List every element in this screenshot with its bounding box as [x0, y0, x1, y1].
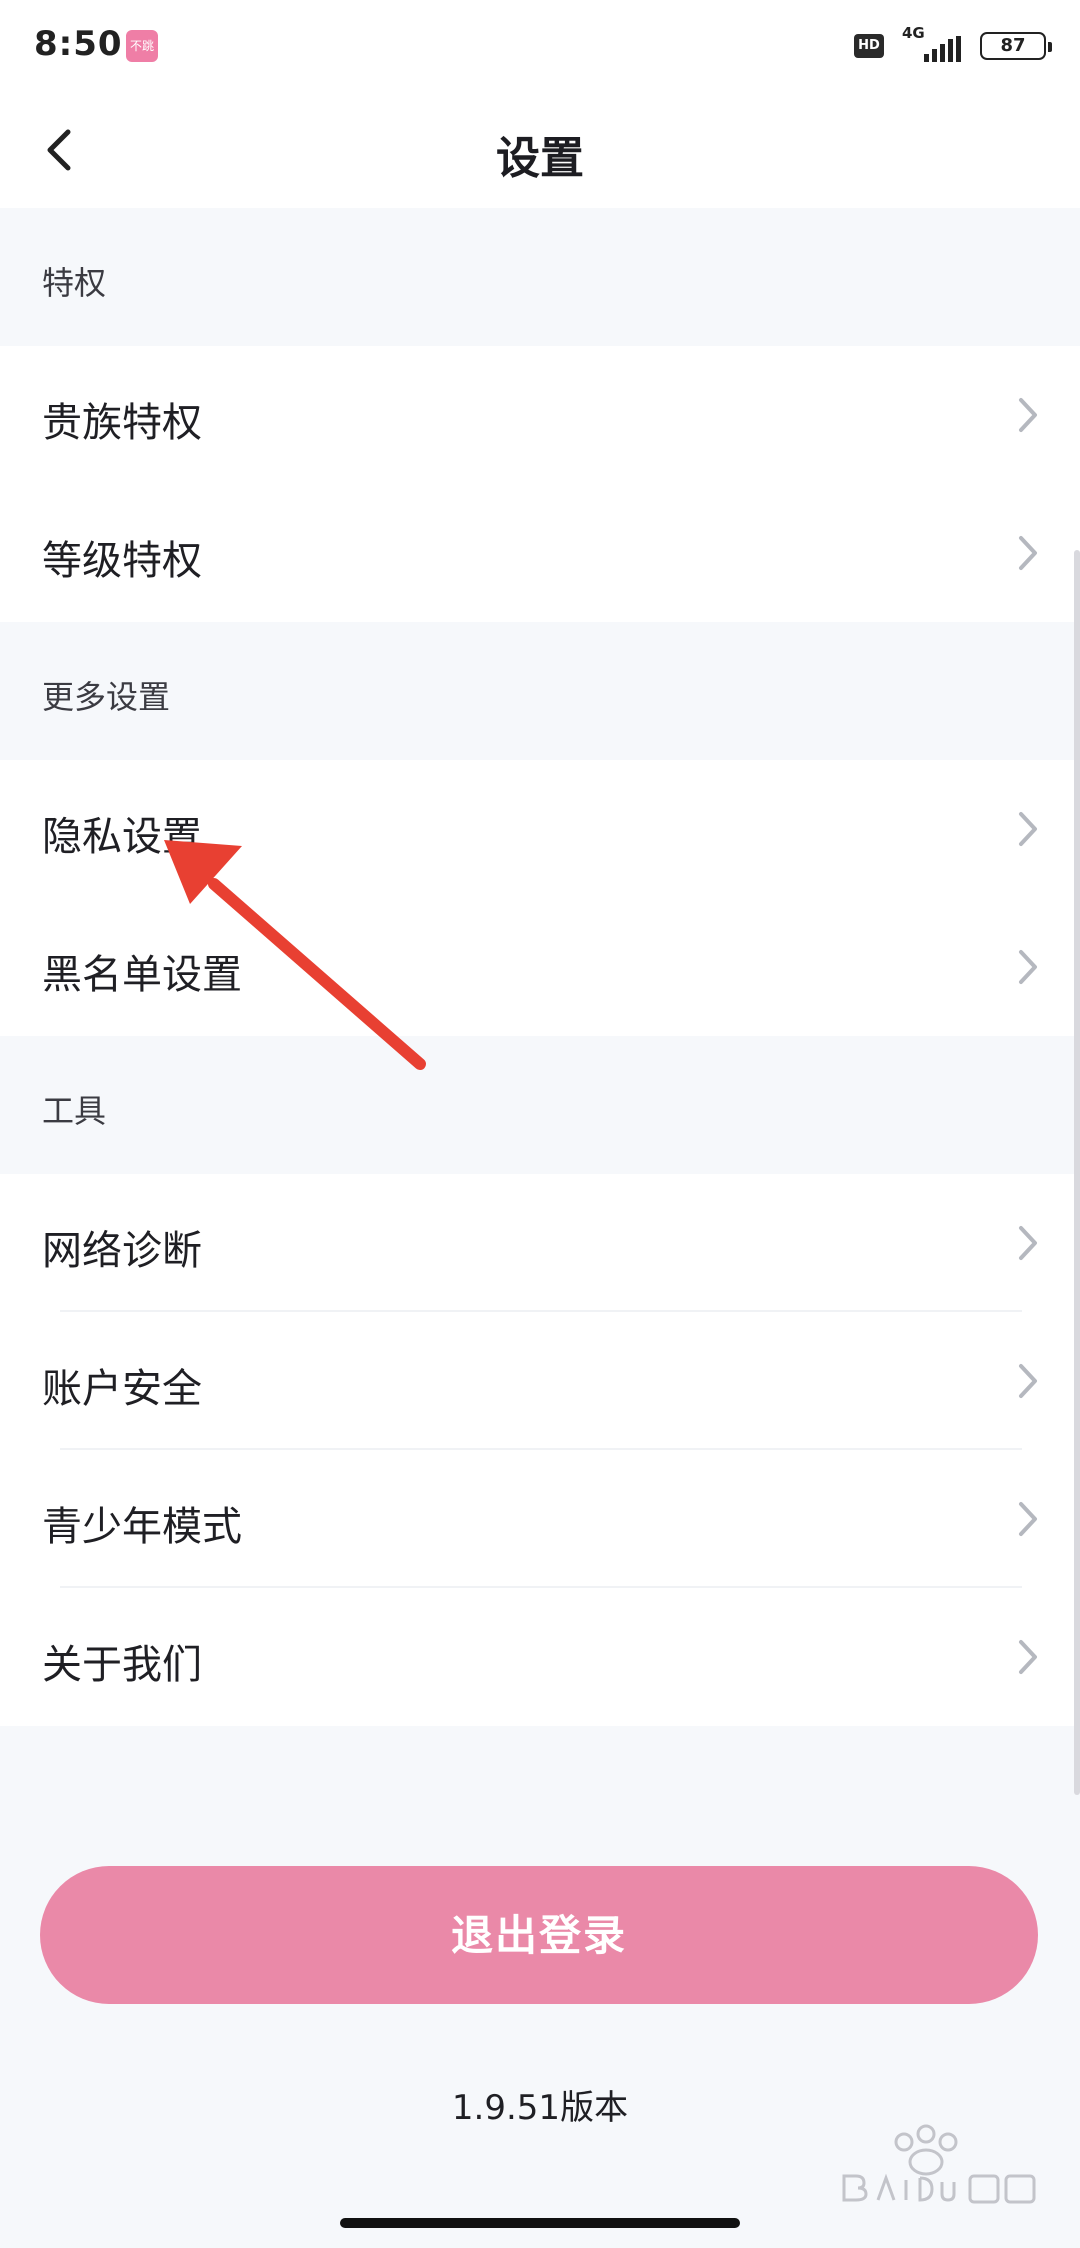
- menu-item-about-us[interactable]: 关于我们: [0, 1588, 1080, 1726]
- menu-item-label: 网络诊断: [42, 1228, 202, 1274]
- menu-item-teen-mode[interactable]: 青少年模式: [0, 1450, 1080, 1588]
- section-title: 工具: [42, 1092, 107, 1130]
- nav-header: 设置: [0, 92, 1080, 208]
- chevron-right-icon: [1019, 950, 1037, 984]
- menu-item-level-privileges[interactable]: 等级特权: [0, 484, 1080, 622]
- chevron-right-icon: [1019, 1640, 1037, 1674]
- screen: 8:50 不跳 HD 4G 87 设置 特权 贵族特权 等级特权 更多设置 隐私…: [0, 0, 1080, 2248]
- menu-item-label: 黑名单设置: [42, 952, 242, 998]
- section-title: 特权: [42, 264, 107, 302]
- logout-button[interactable]: 退出登录: [40, 1866, 1038, 2004]
- menu-item-noble-privileges[interactable]: 贵族特权: [0, 346, 1080, 484]
- chevron-right-icon: [1019, 812, 1037, 846]
- menu-item-label: 账户安全: [42, 1366, 202, 1412]
- scrollbar[interactable]: [1074, 550, 1080, 1795]
- signal-icon: 4G: [902, 24, 962, 66]
- menu-item-account-security[interactable]: 账户安全: [0, 1312, 1080, 1450]
- hd-icon: HD: [854, 34, 884, 58]
- status-bar: 8:50 不跳 HD 4G 87: [0, 0, 1080, 92]
- menu-item-label: 关于我们: [42, 1642, 202, 1688]
- page-title: 设置: [496, 133, 584, 184]
- section-header-more-settings: 更多设置: [0, 622, 1080, 760]
- menu-item-blacklist-settings[interactable]: 黑名单设置: [0, 898, 1080, 1036]
- section-title: 更多设置: [42, 678, 171, 716]
- battery-icon: 87: [980, 32, 1052, 60]
- chevron-right-icon: [1019, 1364, 1037, 1398]
- chevron-right-icon: [1019, 398, 1037, 432]
- chevron-right-icon: [1019, 536, 1037, 570]
- chevron-right-icon: [1019, 1502, 1037, 1536]
- home-indicator[interactable]: [340, 2218, 740, 2228]
- menu-item-label: 贵族特权: [42, 400, 202, 446]
- menu-item-network-diagnosis[interactable]: 网络诊断: [0, 1174, 1080, 1312]
- menu-item-label: 等级特权: [42, 538, 202, 584]
- chevron-right-icon: [1019, 1226, 1037, 1260]
- section-header-tools: 工具: [0, 1036, 1080, 1174]
- status-time: 8:50: [34, 24, 123, 64]
- menu-item-privacy-settings[interactable]: 隐私设置: [0, 760, 1080, 898]
- app-notification-icon: 不跳: [126, 30, 158, 62]
- section-header-privileges: 特权: [0, 208, 1080, 346]
- status-indicators: HD 4G 87: [854, 24, 1052, 66]
- baidu-watermark-icon: [842, 2124, 1036, 2204]
- menu-item-label: 青少年模式: [42, 1504, 242, 1550]
- menu-item-label: 隐私设置: [42, 814, 202, 860]
- signal-bars-icon: [924, 36, 961, 62]
